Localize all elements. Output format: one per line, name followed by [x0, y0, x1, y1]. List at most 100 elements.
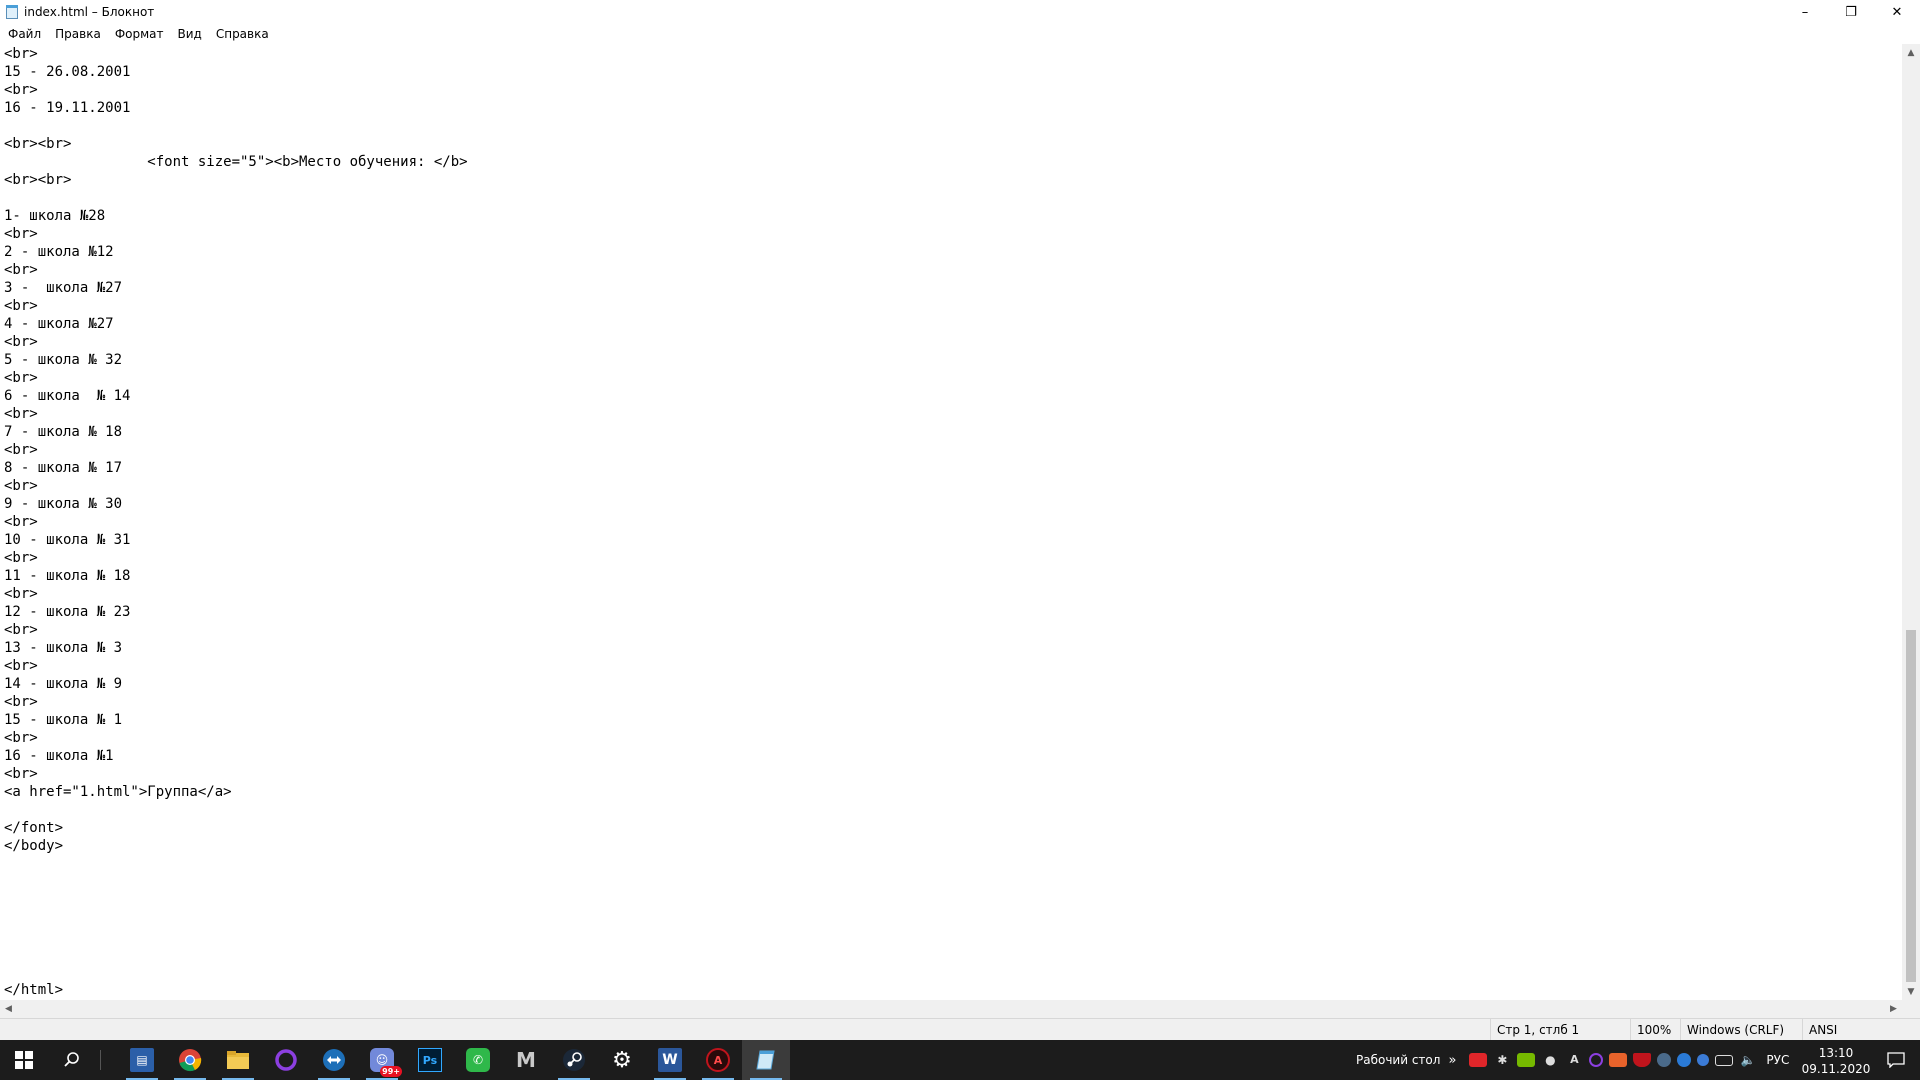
text-line — [4, 945, 468, 963]
text-line: 5 - школа № 32 — [4, 352, 123, 368]
phone-app[interactable]: ✆ — [454, 1040, 502, 1080]
text-line: <br> — [4, 406, 38, 422]
tray-edge-icon[interactable] — [1677, 1053, 1692, 1067]
taskbar-divider — [100, 1050, 101, 1070]
antivirus-icon: A — [706, 1048, 730, 1072]
text-line — [4, 189, 468, 207]
action-center-button[interactable] — [1872, 1040, 1920, 1080]
steam-app[interactable] — [550, 1040, 598, 1080]
tray-office-icon[interactable] — [1609, 1053, 1628, 1067]
tray-microphone-icon[interactable]: ● — [1541, 1053, 1559, 1067]
text-line: </html> — [4, 982, 64, 998]
volume-icon[interactable]: 🔈 — [1739, 1053, 1757, 1067]
tray-display-icon[interactable] — [1715, 1054, 1734, 1066]
photoshop-app[interactable]: Ps — [406, 1040, 454, 1080]
vertical-scroll-thumb[interactable] — [1906, 630, 1916, 982]
tray-steam-icon[interactable] — [1657, 1053, 1672, 1067]
system-tray: Рабочий стол » ✱ ● A 🔈 РУС — [1356, 1040, 1789, 1080]
text-line: <br> — [4, 442, 38, 458]
desktop-toolbar-label[interactable]: Рабочий стол — [1356, 1053, 1440, 1067]
toolbar-chevron-icon[interactable]: » — [1448, 1053, 1456, 1068]
tray-circle-icon[interactable] — [1589, 1053, 1604, 1067]
cursor-position: Стр 1, стлб 1 — [1490, 1019, 1630, 1040]
file-explorer-app[interactable] — [214, 1040, 262, 1080]
minimize-button[interactable]: – — [1782, 0, 1828, 24]
scroll-down-icon[interactable]: ▼ — [1902, 983, 1920, 1000]
gmail-app[interactable]: M — [502, 1040, 550, 1080]
photoshop-icon: Ps — [418, 1048, 442, 1072]
menu-file[interactable]: Файл — [0, 27, 47, 41]
tray-network-icon[interactable] — [1697, 1054, 1710, 1066]
text-line: 1- школа №28 — [4, 208, 106, 224]
zoom-level: 100% — [1630, 1019, 1680, 1040]
menu-format[interactable]: Формат — [107, 27, 170, 41]
notepad-icon — [756, 1050, 775, 1070]
tray-bluetooth-icon[interactable]: ✱ — [1493, 1053, 1511, 1067]
text-line: 11 - школа № 18 — [4, 568, 131, 584]
gear-icon: ⚙ — [612, 1047, 632, 1073]
settings-app[interactable]: ⚙ — [598, 1040, 646, 1080]
chrome-app[interactable] — [166, 1040, 214, 1080]
scroll-right-icon[interactable]: ▶ — [1885, 1000, 1902, 1018]
window-title: index.html – Блокнот — [24, 5, 155, 19]
menu-edit[interactable]: Правка — [47, 27, 107, 41]
close-button[interactable]: ✕ — [1874, 0, 1920, 24]
text-line: <br> — [4, 694, 38, 710]
maximize-button[interactable]: ❐ — [1828, 0, 1874, 24]
text-line: 12 - школа № 23 — [4, 604, 131, 620]
scroll-left-icon[interactable]: ◀ — [0, 1000, 17, 1018]
tray-shield-icon[interactable] — [1633, 1053, 1652, 1067]
tray-adobe-icon[interactable]: A — [1565, 1053, 1583, 1067]
document-text[interactable]: <br> 15 - 26.08.2001 <br> 16 - 19.11.2001 <… — [4, 45, 468, 999]
text-line — [4, 801, 468, 819]
text-line: <br> — [4, 730, 38, 746]
tray-anydesk-icon[interactable] — [1469, 1053, 1488, 1067]
text-line: <br> — [4, 298, 38, 314]
menu-help[interactable]: Справка — [208, 27, 275, 41]
clock-date: 09.11.2020 — [1801, 1062, 1871, 1076]
language-indicator[interactable]: РУС — [1766, 1053, 1789, 1067]
word-app[interactable]: W — [646, 1040, 694, 1080]
text-line: <br> — [4, 658, 38, 674]
text-editor[interactable]: <br> 15 - 26.08.2001 <br> 16 - 19.11.2001 <… — [0, 44, 1902, 1000]
horizontal-scrollbar[interactable]: ◀ ▶ — [0, 1000, 1902, 1018]
search-button[interactable] — [48, 1040, 96, 1080]
text-line: <br> — [4, 478, 38, 494]
tray-nvidia-icon[interactable] — [1517, 1053, 1536, 1067]
teamviewer-app[interactable] — [310, 1040, 358, 1080]
text-line: 16 - 19.11.2001 — [4, 100, 131, 116]
start-button[interactable] — [0, 1040, 48, 1080]
text-line — [4, 927, 468, 945]
search-icon — [64, 1052, 79, 1067]
text-line: 16 - школа №1 — [4, 748, 114, 764]
text-line — [4, 117, 468, 135]
window-controls: – ❐ ✕ — [1782, 0, 1920, 24]
text-line: 8 - школа № 17 — [4, 460, 123, 476]
clock[interactable]: 13:10 09.11.2020 — [1800, 1044, 1872, 1078]
clock-time: 13:10 — [1818, 1046, 1854, 1060]
scroll-up-icon[interactable]: ▲ — [1902, 44, 1920, 61]
text-line: </body> — [4, 838, 64, 854]
title-bar[interactable]: index.html – Блокнот – ❐ ✕ — [0, 0, 1920, 24]
teamviewer-icon — [323, 1049, 345, 1071]
text-line: 3 - школа №27 — [4, 280, 123, 296]
text-line: <a href="1.html">Группа</a> — [4, 784, 232, 800]
taskbar: ▤ ☺ 99+ Ps ✆ M ⚙ W A Рабочий стол » ✱ ● … — [0, 1040, 1920, 1080]
text-line: 10 - школа № 31 — [4, 532, 131, 548]
discord-app[interactable]: ☺ 99+ — [358, 1040, 406, 1080]
text-line: <br><br> — [4, 136, 72, 152]
remote-desktop-app[interactable]: ▤ — [118, 1040, 166, 1080]
text-line: <br> — [4, 82, 38, 98]
text-line: <br> — [4, 334, 38, 350]
text-line: <br> — [4, 622, 38, 638]
cortana-app[interactable] — [262, 1040, 310, 1080]
menu-bar: Файл Правка Формат Вид Справка — [0, 24, 1920, 44]
notepad-app[interactable] — [742, 1040, 790, 1080]
text-line: <br> — [4, 766, 38, 782]
menu-view[interactable]: Вид — [170, 27, 208, 41]
notification-badge: 99+ — [380, 1066, 402, 1077]
text-line: <br><br> — [4, 172, 72, 188]
vertical-scrollbar[interactable]: ▲ ▼ — [1902, 44, 1920, 1000]
antivirus-app[interactable]: A — [694, 1040, 742, 1080]
status-bar: Стр 1, стлб 1 100% Windows (CRLF) ANSI — [0, 1018, 1920, 1040]
